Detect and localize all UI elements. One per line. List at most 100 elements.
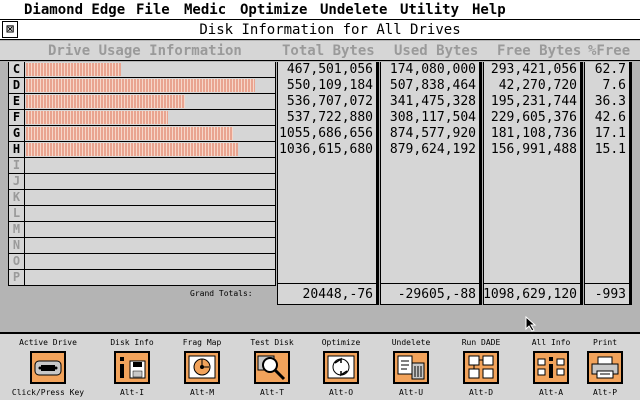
close-box-icon[interactable]: ⊠ [2,21,18,38]
toolbar-button-label: Active Drive [19,338,77,347]
toolbar-button-optimize[interactable]: Optimize Alt-O [303,334,379,400]
used-bytes-column: 174,080,000 507,838,464 341,475,328 308,117… [380,62,482,286]
menu-undelete[interactable]: Undelete [320,1,387,19]
drive-letter: D [9,78,25,93]
drive-row-l[interactable]: L [9,206,275,222]
drive-free-value: 181,108,736 [490,126,577,141]
toolbar-shortcut-label: Alt-U [398,388,424,397]
drive-row-o[interactable]: O [9,254,275,270]
menu-utility[interactable]: Utility [400,1,459,19]
drive-letter: I [9,158,25,173]
menu-file[interactable]: File [136,1,170,19]
mouse-pointer-icon [525,316,537,332]
drive-letter: P [9,270,25,285]
pct-free-total-box: -993 [584,283,632,305]
drive-row-i[interactable]: I [9,158,275,174]
drive-row-c[interactable]: C [9,62,275,78]
menu-bar: Diamond Edge File Medic Optimize Undelet… [0,0,640,20]
drive-pct-value: 15.1 [594,142,626,157]
toolbar-button-print[interactable]: Print Alt-P [567,334,640,400]
toolbar-button-label: Undelete [391,338,431,347]
free-bytes-total-box: 1098,629,120 [483,283,583,305]
drive-total-value: 537,722,880 [286,110,373,125]
drive-letter: G [9,126,25,141]
drive-letter: L [9,206,25,221]
drive-usage-bar [26,127,233,140]
drive-row-p[interactable]: P [9,270,275,286]
drive-row-j[interactable]: J [9,174,275,190]
drive-row-g[interactable]: G [9,126,275,142]
drive-row-n[interactable]: N [9,238,275,254]
disk-info-window: ⊠ Disk Information for All Drives Drive … [0,20,640,332]
drive-free-value: 195,231,744 [490,94,577,109]
total-bytes-total-box: 20448,-76 [277,283,379,305]
drive-row-k[interactable]: K [9,190,275,206]
toolbar-shortcut-label: Alt-M [189,388,215,397]
toolbar-button-frag-map[interactable]: Frag Map Alt-M [164,334,240,400]
drive-free-value: 42,270,720 [498,78,577,93]
drive-row-m[interactable]: M [9,222,275,238]
drive-used-value: 874,577,920 [389,126,476,141]
menu-help[interactable]: Help [472,1,506,19]
total-bytes-column: 467,501,056 550,109,184 536,707,072 537,722… [277,62,379,286]
drive-row-f[interactable]: F [9,110,275,126]
optimize-icon [323,351,359,384]
toolbar-button-test-disk[interactable]: Test Disk Alt-T [234,334,310,400]
drive-used-value: 341,475,328 [389,94,476,109]
command-toolbar: Active Drive Click/Press Key Disk Info Alt-… [0,332,640,400]
window-title: Disk Information for All Drives [199,22,461,38]
drive-row-e[interactable]: E [9,94,275,110]
grand-used-bytes: -29605,-88 [397,287,476,302]
menu-medic[interactable]: Medic [184,1,226,19]
drive-letter: H [9,142,25,157]
menu-diamond-edge[interactable]: Diamond Edge [24,1,125,19]
disk-info-icon [114,351,150,384]
drive-total-value: 536,707,072 [286,94,373,109]
toolbar-button-undelete[interactable]: Undelete Alt-U [373,334,449,400]
drive-pct-value: 7.6 [602,78,626,93]
drive-usage-bar [26,79,255,92]
drive-letter: O [9,254,25,269]
drive-free-value: 229,605,376 [490,110,577,125]
grand-total-bytes: 20448,-76 [302,287,373,302]
toolbar-button-label: Disk Info [110,338,154,347]
window-title-bar[interactable]: ⊠ Disk Information for All Drives [0,20,640,40]
drive-usage-panel: CDEFGHIJKLMNOP [8,62,276,286]
drive-letter: C [9,62,25,77]
toolbar-button-active-drive[interactable]: Active Drive Click/Press Key [0,334,96,400]
drive-total-value: 550,109,184 [286,78,373,93]
used-bytes-total-box: -29605,-88 [380,283,482,305]
printer-icon [587,351,623,384]
drive-row-h[interactable]: H [9,142,275,158]
toolbar-button-disk-info[interactable]: Disk Info Alt-I [94,334,170,400]
toolbar-shortcut-label: Alt-I [119,388,145,397]
drive-pct-value: 42.6 [594,110,626,125]
drive-used-value: 507,838,464 [389,78,476,93]
grand-free-bytes: 1098,629,120 [483,287,577,302]
drive-letter: K [9,190,25,205]
drive-letter: J [9,174,25,189]
grand-pct-free: -993 [594,287,626,302]
toolbar-shortcut-label: Alt-T [259,388,285,397]
header-used-bytes: Used Bytes [394,43,479,59]
all-info-icon [533,351,569,384]
pct-free-column: 62.7 7.6 36.3 42.6 17.1 15.1 [584,62,632,286]
toolbar-button-label: Test Disk [250,338,294,347]
drive-pct-value: 36.3 [594,94,626,109]
menu-optimize[interactable]: Optimize [240,1,307,19]
header-free-bytes: Free Bytes [497,43,582,59]
header-total-bytes: Total Bytes [282,43,375,59]
drive-usage-bar [26,63,121,76]
drive-used-value: 879,624,192 [389,142,476,157]
magnifier-icon [254,351,290,384]
dade-icon [463,351,499,384]
drive-row-d[interactable]: D [9,78,275,94]
toolbar-button-label: Optimize [321,338,361,347]
drive-total-value: 467,501,056 [286,62,373,77]
toolbar-shortcut-label: Alt-O [328,388,354,397]
frag-map-icon [184,351,220,384]
drive-total-value: 1055,686,656 [279,126,373,141]
drive-total-value: 1036,615,680 [279,142,373,157]
toolbar-button-run-dade[interactable]: Run DADE Alt-D [443,334,519,400]
drive-pct-value: 17.1 [594,126,626,141]
